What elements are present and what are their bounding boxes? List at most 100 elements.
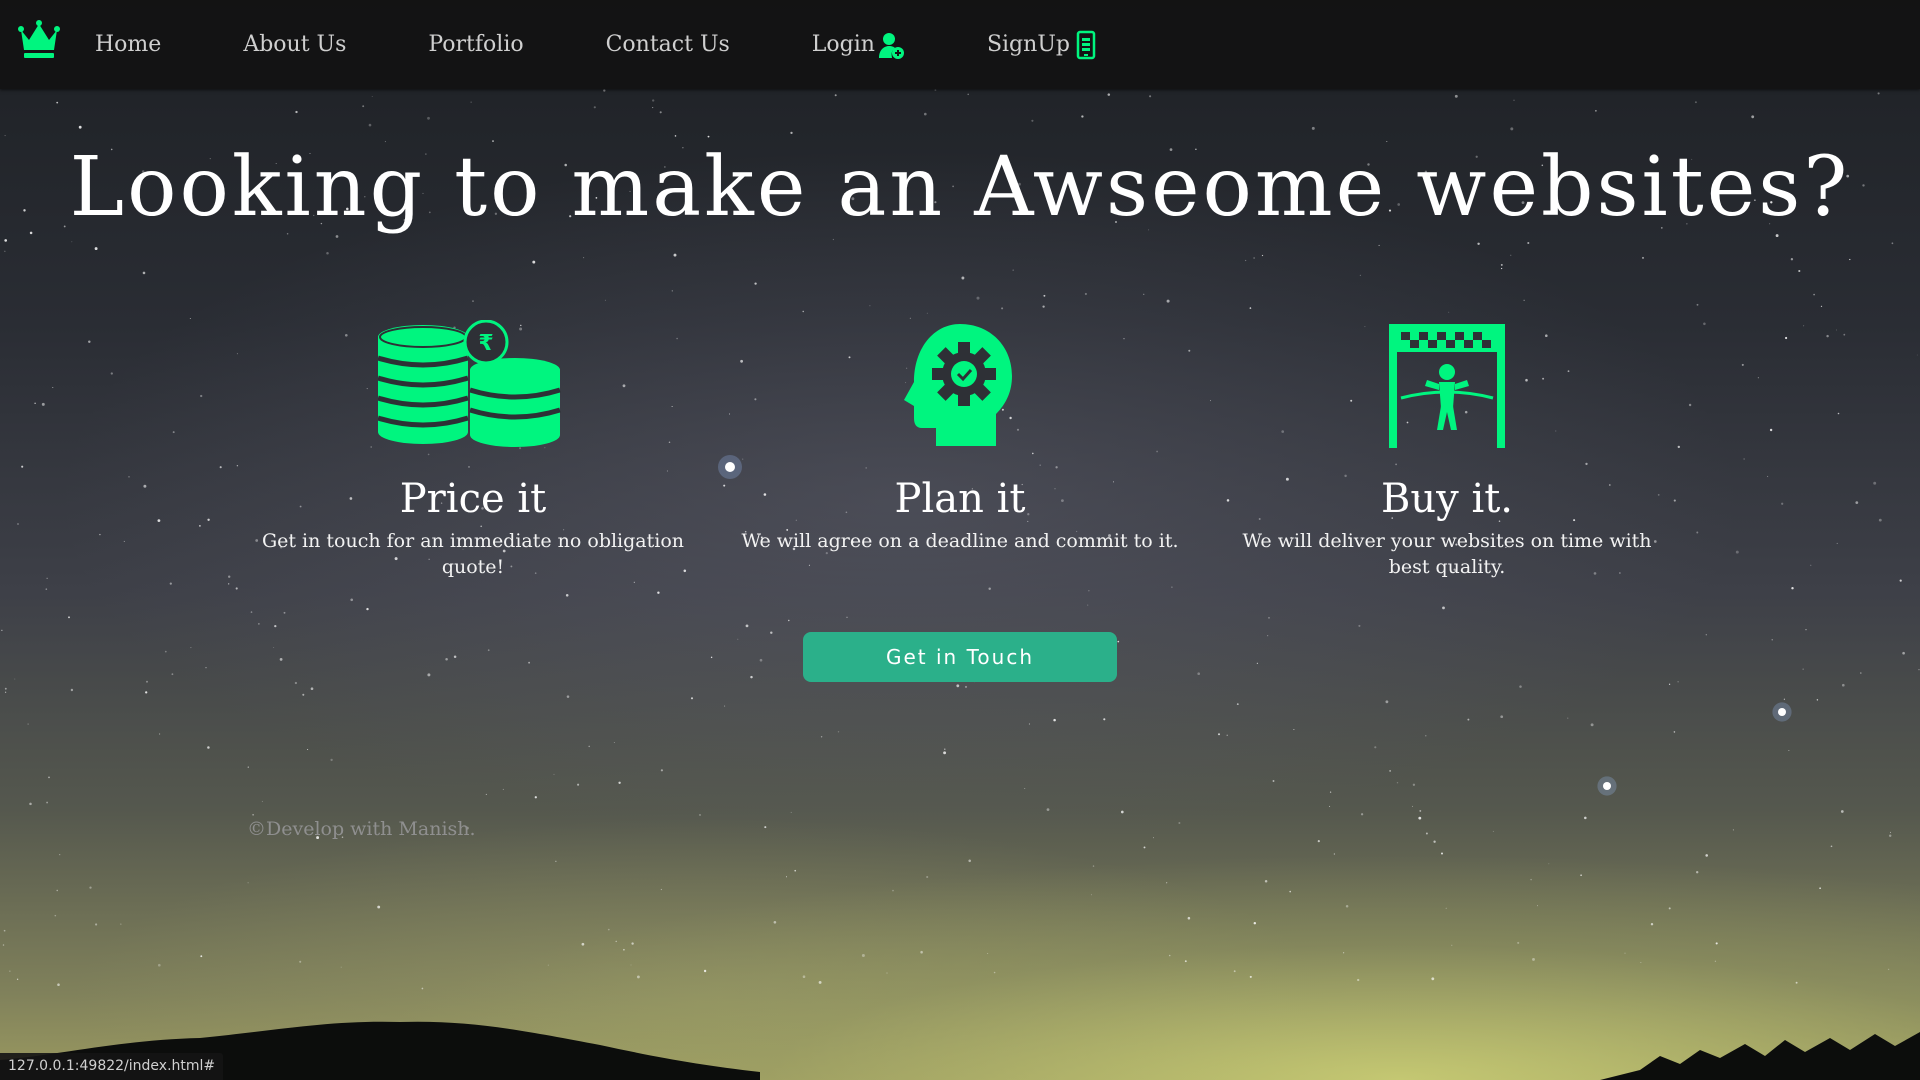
star bbox=[123, 540, 125, 542]
star bbox=[1143, 846, 1146, 849]
star bbox=[1477, 242, 1480, 246]
star bbox=[934, 89, 937, 91]
star bbox=[790, 811, 792, 813]
bright-star bbox=[1778, 708, 1786, 716]
star bbox=[1788, 749, 1790, 751]
star bbox=[16, 978, 19, 980]
star bbox=[146, 680, 148, 683]
star bbox=[555, 860, 557, 862]
star bbox=[1849, 258, 1851, 261]
star bbox=[1342, 952, 1345, 954]
star bbox=[566, 695, 570, 698]
star bbox=[4, 250, 6, 252]
browser-status-url: 127.0.0.1:49822/index.html# bbox=[0, 1053, 224, 1080]
star bbox=[967, 93, 969, 96]
feature-description: We will deliver your websites on time wi… bbox=[1242, 530, 1652, 578]
nav-about-link[interactable]: About Us bbox=[243, 32, 346, 57]
star bbox=[1715, 942, 1718, 945]
nav-signup-link[interactable]: SignUp bbox=[987, 30, 1100, 60]
star bbox=[247, 766, 249, 768]
star bbox=[707, 135, 710, 138]
star bbox=[128, 476, 130, 478]
star bbox=[487, 649, 490, 652]
star bbox=[485, 793, 487, 795]
star bbox=[89, 886, 92, 889]
star bbox=[470, 101, 472, 103]
star bbox=[1783, 698, 1785, 700]
star bbox=[377, 905, 381, 909]
star bbox=[1548, 863, 1550, 865]
nav-contact-link[interactable]: Contact Us bbox=[606, 32, 730, 57]
star bbox=[1268, 616, 1270, 619]
star bbox=[1311, 126, 1315, 130]
star bbox=[1053, 718, 1056, 722]
star bbox=[1532, 957, 1535, 961]
star bbox=[1877, 92, 1880, 95]
star bbox=[1440, 852, 1444, 855]
star bbox=[1820, 305, 1823, 308]
star bbox=[1081, 115, 1084, 118]
star bbox=[1046, 808, 1050, 811]
star bbox=[1184, 960, 1187, 963]
star bbox=[581, 942, 585, 946]
star bbox=[1696, 871, 1699, 874]
nav-home-link[interactable]: Home bbox=[95, 32, 161, 57]
crown-icon[interactable] bbox=[18, 18, 60, 60]
star bbox=[577, 783, 580, 786]
star bbox=[1171, 586, 1173, 588]
star bbox=[27, 723, 29, 725]
star bbox=[773, 920, 777, 924]
star bbox=[1696, 531, 1699, 534]
star bbox=[71, 241, 73, 243]
star bbox=[1677, 445, 1681, 449]
star bbox=[145, 691, 148, 694]
star bbox=[1389, 770, 1391, 772]
star bbox=[14, 678, 16, 680]
star bbox=[228, 575, 231, 578]
head-gear-icon bbox=[904, 324, 1012, 446]
star bbox=[1732, 829, 1734, 831]
get-in-touch-button[interactable]: Get in Touch bbox=[803, 632, 1117, 682]
star bbox=[258, 623, 260, 625]
star bbox=[1197, 672, 1201, 676]
star bbox=[671, 290, 673, 292]
star bbox=[261, 800, 263, 803]
star bbox=[4, 239, 8, 242]
star bbox=[1767, 475, 1769, 478]
star bbox=[532, 260, 536, 264]
star bbox=[1813, 293, 1815, 296]
star bbox=[1166, 882, 1168, 884]
nav-signup-label: SignUp bbox=[986, 32, 1070, 57]
bright-star bbox=[1603, 782, 1611, 790]
star bbox=[46, 801, 49, 804]
star bbox=[603, 89, 606, 92]
star bbox=[1233, 970, 1236, 973]
star bbox=[820, 736, 823, 738]
star bbox=[1567, 717, 1569, 719]
star bbox=[1168, 954, 1171, 957]
star bbox=[1873, 481, 1877, 485]
star bbox=[1795, 981, 1798, 984]
feature-title: Buy it. bbox=[1380, 476, 1514, 522]
star bbox=[802, 975, 806, 978]
star bbox=[1530, 878, 1532, 881]
star bbox=[99, 533, 101, 536]
star bbox=[3, 929, 6, 932]
star bbox=[57, 983, 60, 986]
star bbox=[235, 587, 238, 590]
star bbox=[2, 944, 5, 946]
star bbox=[615, 940, 617, 943]
star bbox=[29, 802, 32, 806]
star bbox=[1178, 822, 1181, 824]
nav-portfolio-link[interactable]: Portfolio bbox=[428, 32, 523, 57]
nav-login-link[interactable]: Login bbox=[812, 30, 905, 60]
star bbox=[1425, 735, 1427, 737]
star bbox=[1253, 921, 1257, 925]
feature-plan: Plan it We will agree on a deadline and … bbox=[730, 320, 1190, 554]
star bbox=[657, 591, 660, 594]
star bbox=[228, 583, 230, 585]
star bbox=[909, 317, 911, 319]
star bbox=[1735, 550, 1739, 554]
star bbox=[660, 888, 663, 891]
star bbox=[45, 588, 48, 590]
